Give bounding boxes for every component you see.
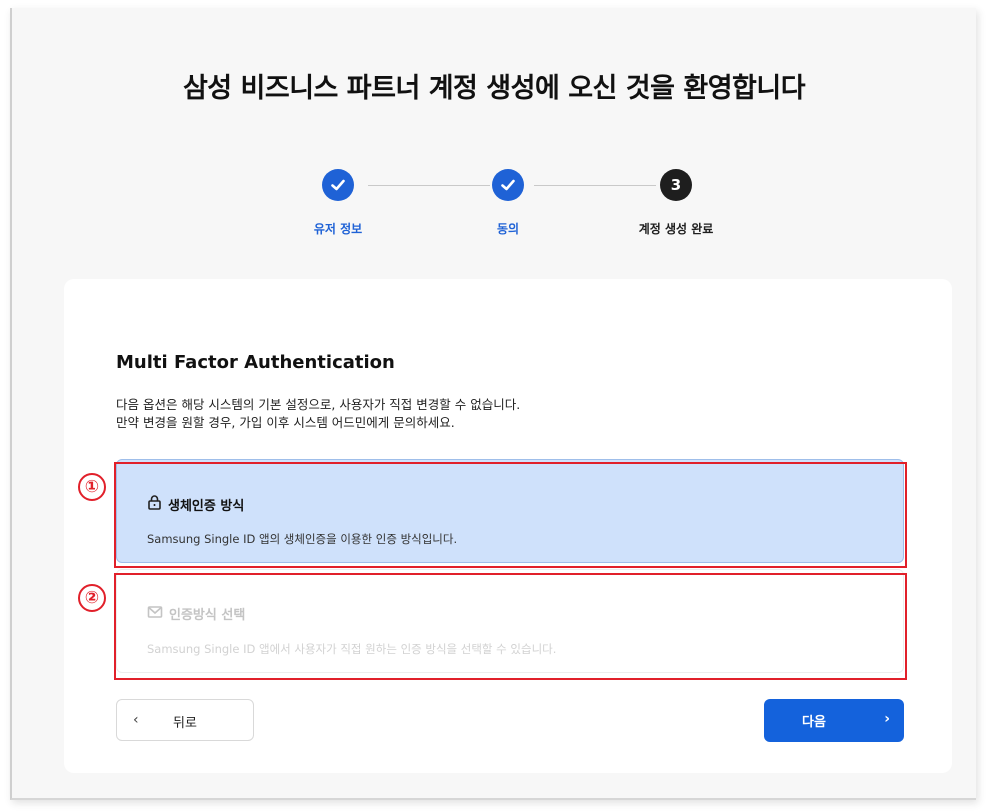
- annotation-number-1: ①: [78, 473, 106, 501]
- option-auth-select-title: 인증방식 선택: [169, 608, 246, 623]
- option-biometric-header: 생체인증 방식: [147, 494, 244, 514]
- step-1-label: 유저 정보: [313, 222, 363, 236]
- next-button-label: 다음: [802, 715, 826, 730]
- mail-icon: [147, 605, 163, 623]
- option-biometric-title: 생체인증 방식: [168, 498, 245, 514]
- page-frame: 삼성 비즈니스 파트너 계정 생성에 오신 것을 환영합니다 3 유저 정보 동…: [10, 8, 976, 800]
- next-button[interactable]: 다음 ›: [764, 699, 904, 742]
- option-biometric[interactable]: 생체인증 방식 Samsung Single ID 앱의 생체인증을 이용한 인…: [116, 459, 904, 563]
- step-1-check-icon: [322, 169, 354, 201]
- back-button-label: 뒤로: [173, 716, 197, 731]
- option-biometric-description: Samsung Single ID 앱의 생체인증을 이용한 인증 방식입니다.: [147, 532, 458, 546]
- description-line-1: 다음 옵션은 해당 시스템의 기본 설정으로, 사용자가 직접 변경할 수 없습…: [116, 397, 521, 412]
- step-connector: [368, 185, 490, 186]
- progress-stepper: 3 유저 정보 동의 계정 생성 완료: [12, 163, 976, 243]
- mfa-card: Multi Factor Authentication 다음 옵션은 해당 시스…: [64, 279, 952, 773]
- description-line-2: 만약 변경을 원할 경우, 가입 이후 시스템 어드민에게 문의하세요.: [116, 415, 455, 430]
- lock-icon: [147, 494, 162, 514]
- section-description: 다음 옵션은 해당 시스템의 기본 설정으로, 사용자가 직접 변경할 수 없습…: [116, 396, 520, 432]
- option-auth-select: 인증방식 선택 Samsung Single ID 앱에서 사용자가 직접 원하…: [116, 569, 904, 673]
- option-auth-select-header: 인증방식 선택: [147, 604, 245, 623]
- step-3-label: 계정 생성 완료: [638, 222, 714, 236]
- step-2-label: 동의: [496, 222, 520, 236]
- chevron-right-icon: ›: [884, 711, 890, 727]
- section-title: Multi Factor Authentication: [116, 352, 395, 373]
- option-auth-select-description: Samsung Single ID 앱에서 사용자가 직접 원하는 인증 방식을…: [147, 642, 557, 656]
- back-button[interactable]: ‹ 뒤로: [116, 699, 254, 741]
- step-2-check-icon: [492, 169, 524, 201]
- step-connector: [534, 185, 656, 186]
- page-title: 삼성 비즈니스 파트너 계정 생성에 오신 것을 환영합니다: [182, 73, 806, 104]
- step-3-number: 3: [660, 169, 692, 201]
- annotation-number-2: ②: [78, 584, 106, 612]
